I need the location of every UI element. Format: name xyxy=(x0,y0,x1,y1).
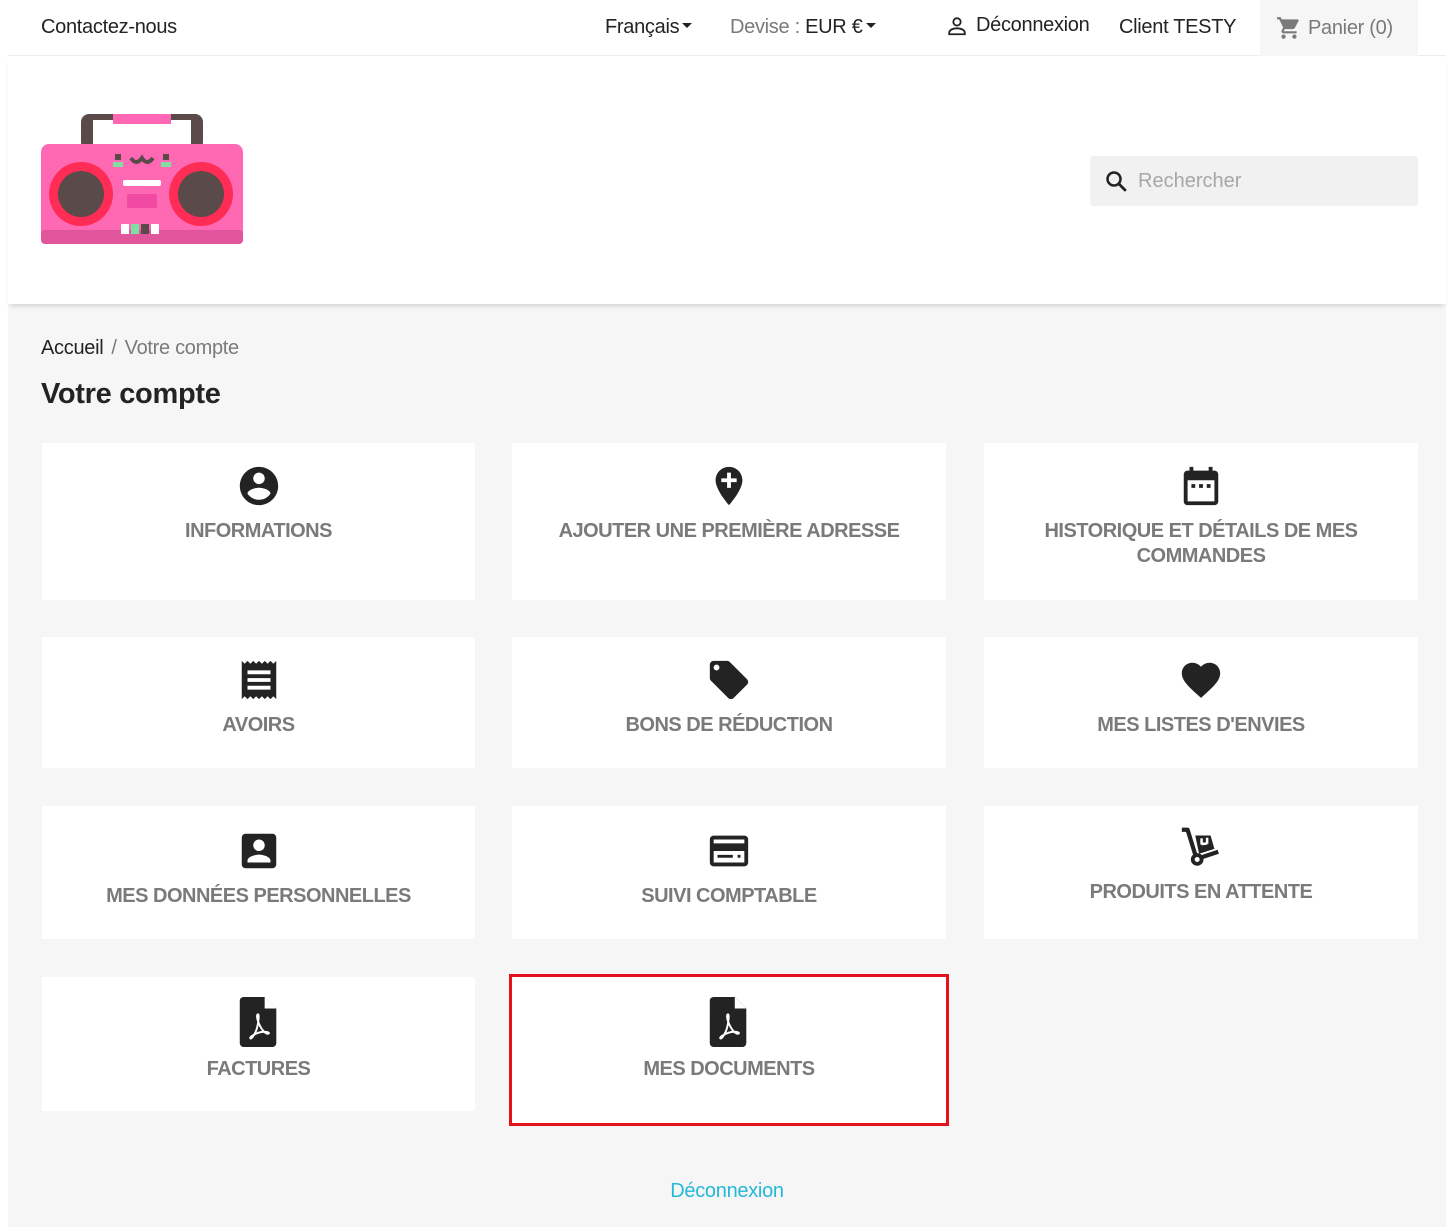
tile-invoices[interactable]: FACTURES xyxy=(42,977,475,1111)
tile-label: HISTORIQUE ET DÉTAILS DE MES COMMANDES xyxy=(1044,520,1358,567)
hand-truck-icon xyxy=(1176,824,1226,870)
tile-personal-data[interactable]: MES DONNÉES PERSONNELLES xyxy=(42,806,475,939)
main-content: Accueil / Votre compte Votre compte INFORM… xyxy=(8,304,1446,1227)
add-location-icon xyxy=(706,463,752,509)
pdf-file-icon xyxy=(709,997,749,1047)
pdf-file-icon xyxy=(239,997,279,1047)
store-logo[interactable] xyxy=(41,110,243,250)
tile-label: AVOIRS xyxy=(222,714,295,736)
calendar-icon xyxy=(1178,463,1224,509)
language-selector[interactable]: Français xyxy=(605,16,693,39)
logout-link-footer[interactable]: Déconnexion xyxy=(8,1180,1446,1203)
tile-my-documents[interactable]: MES DOCUMENTS xyxy=(509,974,949,1126)
tile-label: AJOUTER UNE PREMIÈRE ADRESSE xyxy=(558,520,900,542)
caret-down-icon xyxy=(865,23,876,29)
breadcrumb-current: Votre compte xyxy=(124,337,240,359)
boombox-logo xyxy=(41,114,243,244)
credit-card-icon xyxy=(704,828,754,874)
account-box-icon xyxy=(236,828,282,874)
tile-pending-products[interactable]: PRODUITS EN ATTENTE xyxy=(984,806,1418,939)
tile-label: SUIVI COMPTABLE xyxy=(641,885,817,907)
tile-label: MES DONNÉES PERSONNELLES xyxy=(106,885,411,907)
currency-value: EUR € xyxy=(805,16,863,38)
tile-accounting[interactable]: SUIVI COMPTABLE xyxy=(512,806,946,939)
heart-icon xyxy=(1178,657,1224,703)
breadcrumb: Accueil / Votre compte xyxy=(41,337,239,360)
contact-link[interactable]: Contactez-nous xyxy=(41,16,177,39)
breadcrumb-separator: / xyxy=(111,337,117,359)
tile-label: MES LISTES D'ENVIES xyxy=(1097,714,1305,736)
search-box[interactable] xyxy=(1090,156,1418,206)
customer-account-link[interactable]: Client TESTY xyxy=(1119,16,1236,39)
search-input[interactable] xyxy=(1138,169,1398,193)
logout-label: Déconnexion xyxy=(976,14,1090,36)
account-circle-icon xyxy=(236,463,282,509)
tile-vouchers[interactable]: BONS DE RÉDUCTION xyxy=(512,637,946,768)
language-label: Français xyxy=(605,16,680,38)
caret-down-icon xyxy=(682,23,693,29)
tile-credit-slips[interactable]: AVOIRS xyxy=(42,637,475,768)
cart-button[interactable]: Panier (0) xyxy=(1260,0,1418,56)
tag-icon xyxy=(706,657,752,703)
receipt-icon xyxy=(236,657,282,703)
tile-wishlists[interactable]: MES LISTES D'ENVIES xyxy=(984,637,1418,768)
top-nav-bar: Contactez-nous Français Devise : EUR € D… xyxy=(8,0,1446,56)
tile-order-history[interactable]: HISTORIQUE ET DÉTAILS DE MES COMMANDES xyxy=(984,443,1418,600)
currency-prefix: Devise : xyxy=(730,16,800,38)
page-title: Votre compte xyxy=(41,378,221,410)
tile-label: INFORMATIONS xyxy=(185,520,332,542)
shopping-cart-icon xyxy=(1277,17,1299,39)
breadcrumb-home-link[interactable]: Accueil xyxy=(41,337,104,359)
site-header xyxy=(8,57,1446,304)
logout-link-top[interactable]: Déconnexion xyxy=(946,14,1090,37)
tile-label: PRODUITS EN ATTENTE xyxy=(1089,881,1313,903)
tile-informations[interactable]: INFORMATIONS xyxy=(42,443,475,600)
search-icon xyxy=(1106,171,1127,192)
tile-label: FACTURES xyxy=(206,1058,311,1080)
cart-label: Panier (0) xyxy=(1308,16,1393,39)
tile-label: MES DOCUMENTS xyxy=(643,1058,815,1080)
person-icon xyxy=(948,16,966,35)
tile-label: BONS DE RÉDUCTION xyxy=(625,714,833,736)
tile-add-address[interactable]: AJOUTER UNE PREMIÈRE ADRESSE xyxy=(512,443,946,600)
currency-selector[interactable]: Devise : EUR € xyxy=(730,16,876,39)
